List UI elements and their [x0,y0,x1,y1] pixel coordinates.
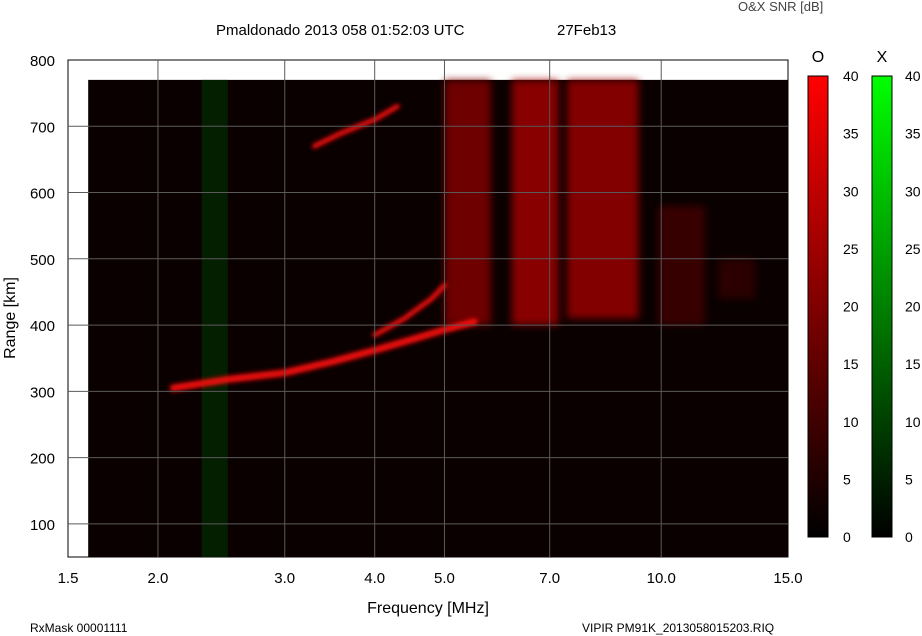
x-axis-ticks: 1.5 2.0 3.0 4.0 5.0 7.0 10.0 15.0 [58,570,803,587]
colorbar-o-gradient [807,75,829,538]
colorbar-x: X 40 35 30 25 20 15 10 5 0 [871,49,921,545]
y-tick-label: 100 [30,517,55,534]
colorbar-tick-label: 30 [843,183,859,199]
spread-region-2 [567,79,639,319]
colorbar-tick-label: 0 [843,529,851,545]
colorbar-tick-label: 35 [905,126,921,142]
x-tick-label: 1.5 [58,570,79,587]
y-tick-label: 700 [30,119,55,136]
y-tick-label: 300 [30,384,55,401]
y-axis-title: Range [km] [2,277,19,359]
colorbar-tick-label: 30 [905,183,921,199]
chart-date: 27Feb13 [557,22,616,39]
spread-region-3 [658,205,705,326]
colorbar-tick-label: 10 [843,414,859,430]
colorbar-tick-label: 5 [905,471,913,487]
colorbar-tick-label: 5 [843,471,851,487]
x-tick-label: 7.0 [539,570,560,587]
x-tick-label: 10.0 [647,570,676,587]
colorbar-tick-label: 25 [843,241,859,257]
colorbar-tick-label: 20 [843,299,859,315]
colorbar-tick-label: 10 [905,414,921,430]
colorbar-x-label: X [877,49,888,66]
colorbar-tick-label: 40 [905,68,921,84]
x-tick-label: 5.0 [434,570,455,587]
spread-region-0 [444,79,491,326]
colorbar-x-gradient [871,75,893,538]
ionogram-chart: Pmaldonado 2013 058 01:52:03 UTC 27Feb13… [2,0,921,635]
x-mode-noise-band [201,79,228,557]
colorbar-tick-label: 25 [905,241,921,257]
file-label: VIPIR PM91K_2013058015203.RIQ [582,621,774,635]
colorbar-o: O 40 35 30 25 20 15 10 5 0 [807,49,859,545]
colorbar-tick-label: 15 [843,356,859,372]
spread-region-1 [511,79,559,326]
chart-title: Pmaldonado 2013 058 01:52:03 UTC [216,22,465,39]
y-axis-ticks: 100 200 300 400 500 600 700 800 [30,53,55,534]
y-tick-label: 400 [30,318,55,335]
x-tick-label: 4.0 [364,570,385,587]
rx-mask-label: RxMask 00001111 [30,621,128,635]
y-tick-label: 500 [30,252,55,269]
colorbar-tick-label: 35 [843,126,859,142]
colorbar-o-label: O [812,49,824,66]
x-tick-label: 15.0 [773,570,802,587]
y-tick-label: 600 [30,186,55,203]
colorbar-legend-title: O&X SNR [dB] [738,0,823,14]
colorbar-tick-label: 20 [905,299,921,315]
y-tick-label: 800 [30,53,55,70]
x-tick-label: 3.0 [274,570,295,587]
heatmap-layer [88,79,788,557]
spread-region-4 [718,258,756,299]
y-tick-label: 200 [30,451,55,468]
x-tick-label: 2.0 [148,570,169,587]
colorbar-tick-label: 15 [905,356,921,372]
colorbar-tick-label: 40 [843,68,859,84]
colorbar-tick-label: 0 [905,529,913,545]
x-axis-title: Frequency [MHz] [367,600,489,617]
